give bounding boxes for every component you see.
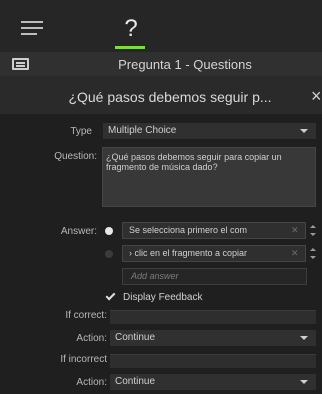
if-correct-label: If correct: — [65, 310, 107, 321]
incorrect-action-dropdown[interactable]: Continue — [110, 374, 316, 390]
delete-answer-2-icon[interactable]: ✕ — [291, 249, 300, 258]
if-incorrect-label: If incorrect — [60, 354, 107, 365]
type-dropdown-value: Multiple Choice — [108, 125, 177, 136]
type-label: Type — [70, 126, 92, 137]
correct-action-dropdown[interactable]: Continue — [110, 330, 316, 346]
reorder-answer-2-icon[interactable] — [310, 247, 316, 261]
panel-title: Pregunta 1 - Questions — [118, 57, 252, 72]
quiz-panel-icon — [12, 58, 29, 70]
chevron-down-icon — [300, 336, 308, 340]
incorrect-action-label: Action: — [76, 377, 107, 388]
question-header: ¿Qué pasos debemos seguir p... × — [0, 76, 322, 114]
answer-label: Answer: — [60, 226, 97, 237]
question-textarea[interactable]: ¿Qué pasos debemos seguir para copiar un… — [102, 147, 316, 207]
display-feedback-label[interactable]: Display Feedback — [123, 292, 202, 303]
close-icon[interactable]: × — [311, 86, 322, 107]
panel-header: Pregunta 1 - Questions — [0, 52, 322, 76]
answer-1-input[interactable]: Se selecciona primero el com — [122, 222, 306, 239]
question-form: Type Multiple Choice Question: ¿Qué paso… — [0, 114, 322, 394]
reorder-answer-1-icon[interactable] — [310, 224, 316, 238]
correct-action-value: Continue — [115, 332, 156, 343]
answer-2-input[interactable]: › clic en el fragmento a copiar — [122, 245, 306, 262]
answer-2-radio[interactable] — [105, 250, 113, 258]
answer-row-1: Se selecciona primero el com ✕ — [104, 222, 318, 240]
type-dropdown[interactable]: Multiple Choice — [103, 123, 316, 139]
chevron-down-icon — [300, 129, 308, 133]
checkmark-icon[interactable] — [105, 290, 116, 301]
incorrect-action-value: Continue — [115, 376, 156, 387]
correct-feedback-input[interactable] — [110, 310, 316, 324]
add-answer-input[interactable]: Add answer — [122, 268, 307, 285]
active-tab-indicator — [115, 46, 145, 49]
chevron-down-icon — [300, 380, 308, 384]
delete-answer-1-icon[interactable]: ✕ — [291, 226, 300, 235]
answer-row-2: › clic en el fragmento a copiar ✕ — [104, 245, 318, 263]
incorrect-feedback-input[interactable] — [110, 354, 316, 368]
question-label: Question: — [54, 151, 97, 162]
question-header-title: ¿Qué pasos debemos seguir p... — [68, 89, 272, 105]
hamburger-icon[interactable] — [21, 21, 43, 35]
question-mark-icon[interactable]: ? — [117, 17, 145, 47]
answer-1-radio-selected[interactable] — [105, 227, 113, 235]
correct-action-label: Action: — [76, 333, 107, 344]
top-tab-bar: ? — [0, 0, 322, 52]
